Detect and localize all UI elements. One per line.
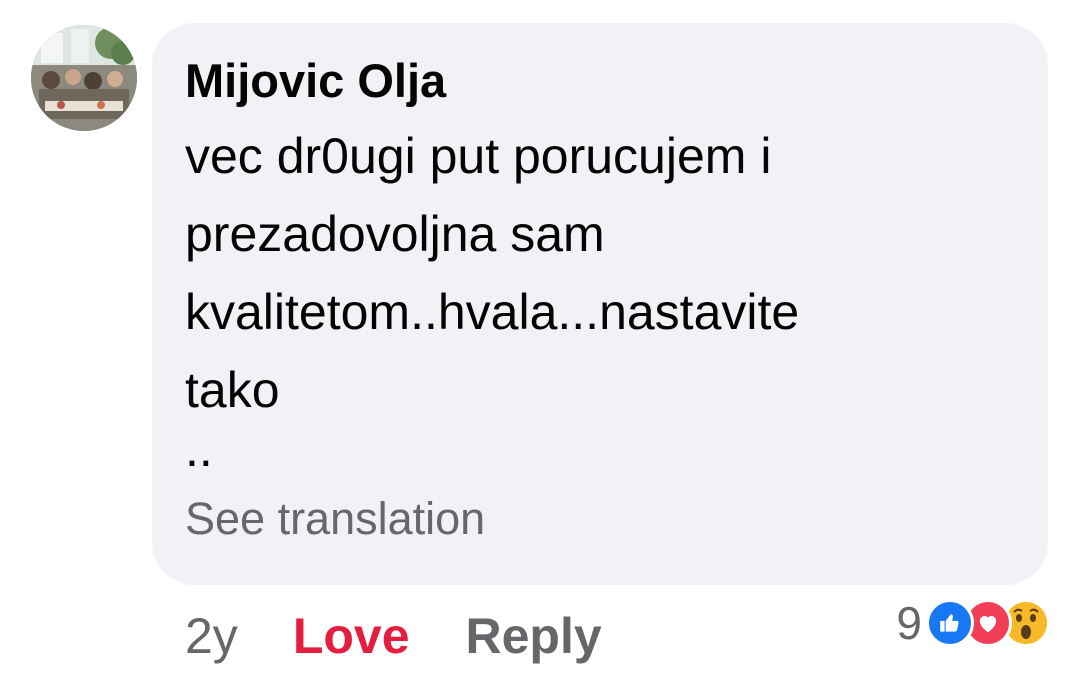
reply-button[interactable]: Reply [466, 604, 602, 668]
reaction-icons [926, 599, 1050, 647]
avatar-photo [31, 25, 137, 131]
comment-author[interactable]: Mijovic Olja [185, 51, 1018, 111]
like-icon [926, 599, 974, 647]
comment-container: Mijovic Olja vec dr0ugi put porucujem i … [0, 0, 1080, 697]
avatar[interactable] [31, 25, 137, 131]
see-translation-link[interactable]: See translation [185, 489, 1018, 549]
comment-text-tail: .. [185, 421, 213, 477]
comment-bubble: Mijovic Olja vec dr0ugi put porucujem i … [152, 23, 1048, 585]
love-reaction-button[interactable]: Love [293, 604, 410, 668]
comment-text: vec dr0ugi put porucujem i prezadovoljna… [185, 128, 800, 418]
comment-actions: 2y Love Reply [185, 604, 602, 668]
reaction-summary[interactable]: 9 [896, 596, 1050, 650]
reaction-count: 9 [896, 597, 922, 649]
comment-timestamp[interactable]: 2y [185, 604, 238, 668]
